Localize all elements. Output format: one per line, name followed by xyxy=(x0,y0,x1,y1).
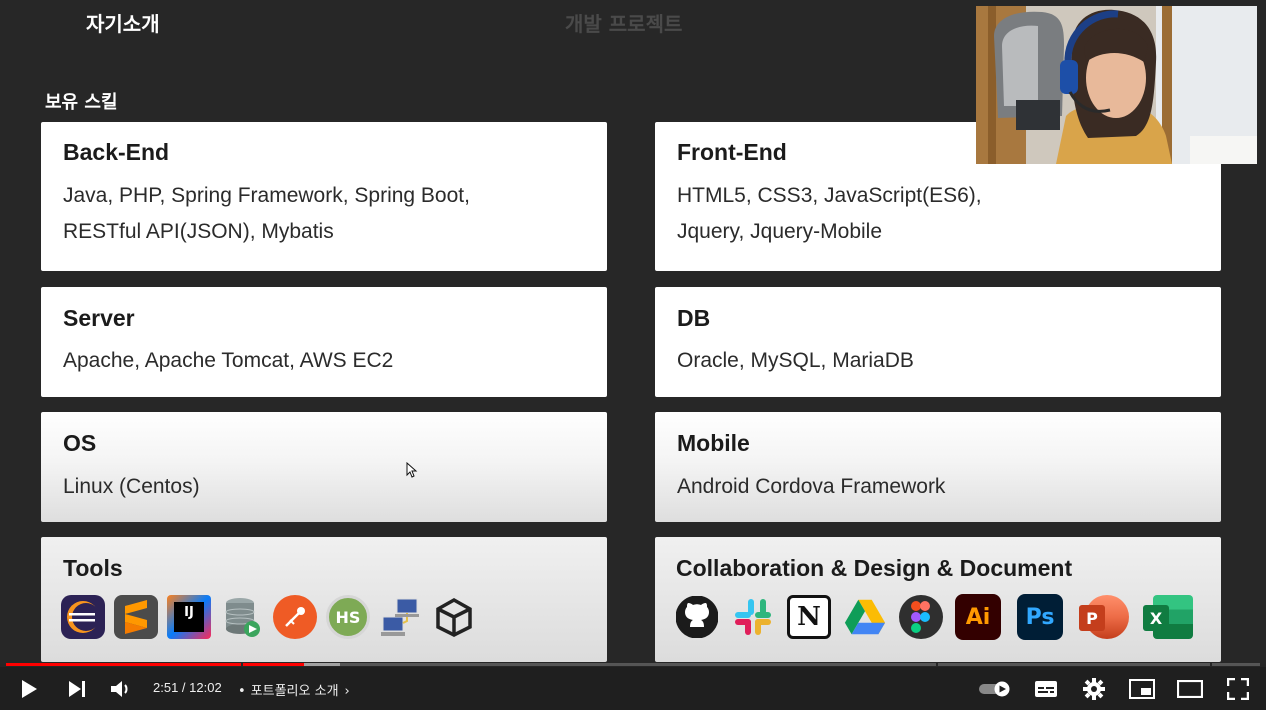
subtitles-button[interactable] xyxy=(1031,667,1061,710)
illustrator-icon: Ai xyxy=(955,594,1001,640)
card-line: RESTful API(JSON), Mybatis xyxy=(63,220,334,243)
chapter-title[interactable]: • 포트폴리오 소개 › xyxy=(238,680,350,699)
card-body: Android Cordova Framework xyxy=(677,469,1201,505)
illustrator-glyph: Ai xyxy=(965,604,991,630)
google-drive-icon xyxy=(843,595,887,639)
progress-bar[interactable] xyxy=(6,663,1260,666)
intellij-glyph: IJ xyxy=(174,602,204,632)
card-title: DB xyxy=(677,305,711,331)
time-display: 2:51 / 12:02 xyxy=(153,680,222,695)
mute-button[interactable] xyxy=(106,667,136,710)
theater-mode-button[interactable] xyxy=(1175,667,1205,710)
powerpoint-glyph: P xyxy=(1079,605,1105,631)
card-mobile: Mobile Android Cordova Framework xyxy=(655,412,1221,522)
card-title: OS xyxy=(63,430,97,456)
sublime-text-icon xyxy=(114,595,158,639)
theater-mode-icon xyxy=(1177,679,1203,698)
chapter-marker xyxy=(241,663,243,666)
unity-icon xyxy=(432,595,476,639)
intellij-idea-icon: IJ xyxy=(167,595,211,639)
notion-icon: N xyxy=(787,595,831,639)
card-line: Java, PHP, Spring Framework, Spring Boot… xyxy=(63,184,470,207)
notion-glyph: N xyxy=(797,602,821,632)
card-body: Java, PHP, Spring Framework, Spring Boot… xyxy=(63,178,587,250)
chapter-marker xyxy=(1210,663,1212,666)
card-line: Jquery, Jquery-Mobile xyxy=(677,220,883,243)
skip-next-icon xyxy=(69,680,85,697)
section-title: 보유 스킬 xyxy=(45,92,118,113)
autoplay-toggle[interactable] xyxy=(976,667,1014,710)
card-db: DB Oracle, MySQL, MariaDB xyxy=(655,287,1221,397)
figma-icon xyxy=(899,595,943,639)
card-line: Apache, Apache Tomcat, AWS EC2 xyxy=(63,349,394,372)
card-server: Server Apache, Apache Tomcat, AWS EC2 xyxy=(41,287,607,397)
webcam-image xyxy=(976,6,1257,164)
webcam-overlay xyxy=(976,6,1257,164)
tab-introduction: 자기소개 xyxy=(86,12,160,36)
github-icon xyxy=(675,595,719,639)
card-line: Oracle, MySQL, MariaDB xyxy=(677,349,914,372)
heidisql-icon: HS xyxy=(326,595,370,639)
slack-icon xyxy=(731,595,775,639)
card-title: Mobile xyxy=(677,430,750,456)
card-body: HTML5, CSS3, JavaScript(ES6), Jquery, Jq… xyxy=(677,178,1201,250)
subtitles-icon xyxy=(1035,680,1057,697)
tool-icons: IJ HS xyxy=(61,595,485,639)
eclipse-icon xyxy=(61,595,105,639)
gear-icon xyxy=(1083,677,1105,700)
chapter-label: 포트폴리오 소개 xyxy=(250,684,339,699)
volume-icon xyxy=(111,680,128,697)
fullscreen-icon xyxy=(1227,677,1249,700)
video-frame[interactable]: 자기소개 개발 프로젝트 보유 스킬 Back-End Java, PHP, S… xyxy=(0,0,1266,664)
chevron-right-icon: › xyxy=(344,684,350,699)
miniplayer-button[interactable] xyxy=(1127,667,1157,710)
card-body: Apache, Apache Tomcat, AWS EC2 xyxy=(63,343,587,379)
card-tools: Tools IJ HS xyxy=(41,537,607,662)
card-os: OS Linux (Centos) xyxy=(41,412,607,522)
collab-icons: N Ai Ps P X xyxy=(675,593,1202,641)
card-title: Front-End xyxy=(677,139,787,165)
network-ftp-icon xyxy=(379,595,423,639)
chapter-separator: • xyxy=(238,684,246,699)
excel-glyph: X xyxy=(1143,605,1169,631)
powerpoint-icon: P xyxy=(1079,593,1129,641)
card-title: Back-End xyxy=(63,139,170,165)
card-body: Linux (Centos) xyxy=(63,469,587,505)
mouse-cursor-icon xyxy=(406,462,418,478)
postman-icon xyxy=(273,595,317,639)
database-tool-icon xyxy=(220,595,264,639)
progress-played xyxy=(6,663,305,666)
settings-button[interactable] xyxy=(1079,667,1109,710)
autoplay-toggle-icon xyxy=(979,681,1010,696)
play-button[interactable] xyxy=(14,667,44,710)
tab-dev-projects: 개발 프로젝트 xyxy=(565,12,683,36)
photoshop-glyph: Ps xyxy=(1025,604,1055,630)
excel-icon: X xyxy=(1143,593,1193,641)
heidisql-glyph: HS xyxy=(335,607,361,627)
photoshop-icon: Ps xyxy=(1017,594,1063,640)
card-title: Tools xyxy=(63,555,123,581)
play-icon xyxy=(22,679,37,698)
chapter-marker xyxy=(936,663,938,666)
miniplayer-icon xyxy=(1129,678,1155,699)
card-line: Android Cordova Framework xyxy=(677,475,946,498)
card-body: Oracle, MySQL, MariaDB xyxy=(677,343,1201,379)
fullscreen-button[interactable] xyxy=(1223,667,1253,710)
card-title: Collaboration & Design & Document xyxy=(676,555,1073,581)
next-button[interactable] xyxy=(62,667,92,710)
card-backend: Back-End Java, PHP, Spring Framework, Sp… xyxy=(41,122,607,271)
player-controls: 2:51 / 12:02 • 포트폴리오 소개 › xyxy=(0,667,1266,710)
card-line: Linux (Centos) xyxy=(63,475,200,498)
card-title: Server xyxy=(63,305,135,331)
card-line: HTML5, CSS3, JavaScript(ES6), xyxy=(677,184,982,207)
card-collaboration: Collaboration & Design & Document N Ai P… xyxy=(655,537,1221,662)
